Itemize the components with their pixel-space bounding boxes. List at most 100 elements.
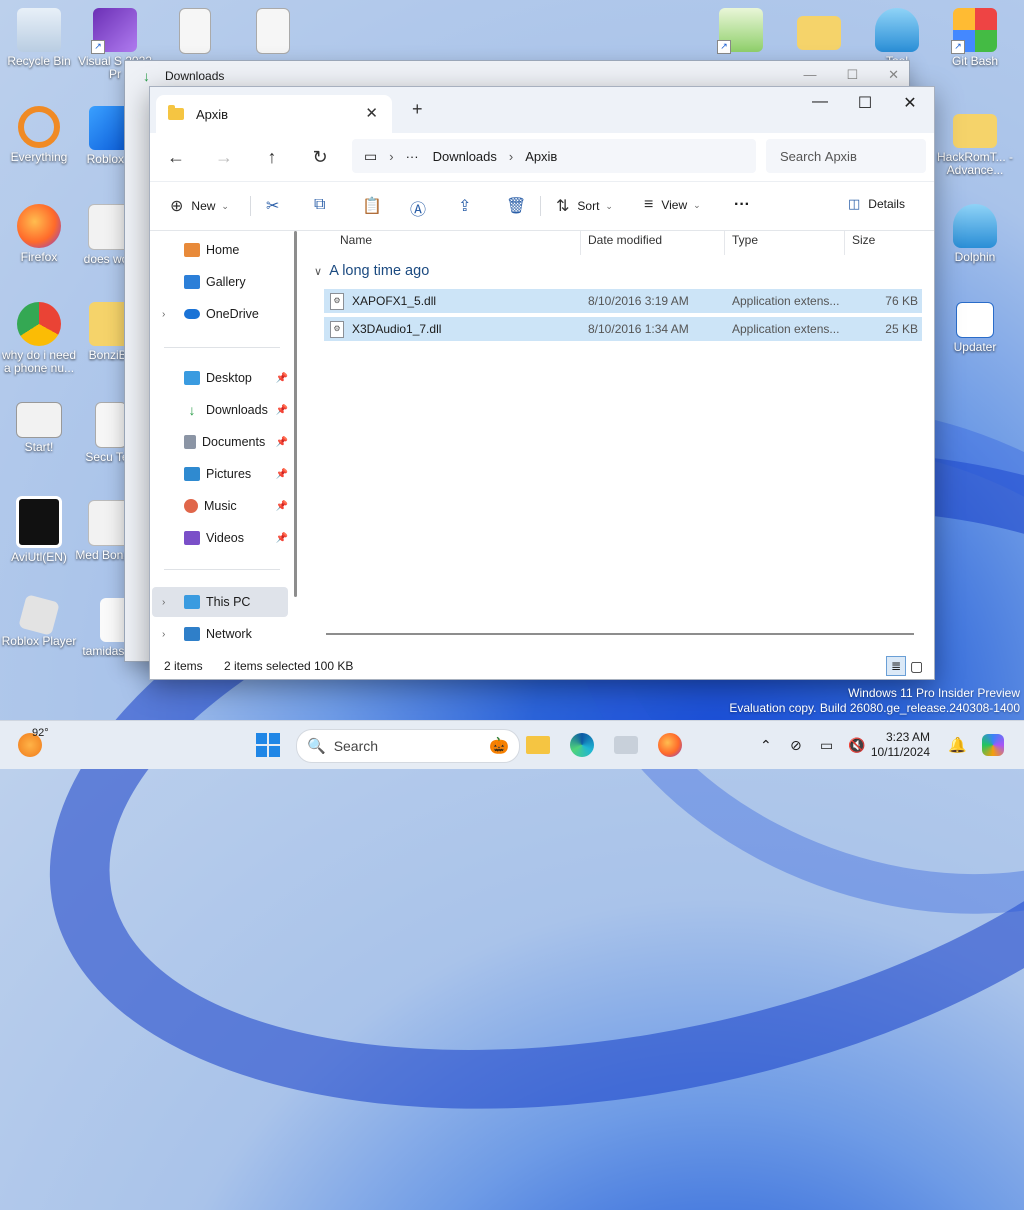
close-icon[interactable]: ✕ <box>888 67 899 83</box>
navigation-pane[interactable]: Home Gallery › OneDrive Desktop 📌 ↓ Down… <box>150 229 298 653</box>
new-tab-icon[interactable]: + <box>412 99 423 120</box>
tiles-view-icon[interactable]: ▢ <box>910 658 923 675</box>
more-options-icon[interactable]: ··· <box>734 196 750 214</box>
taskbar-edge[interactable] <box>570 731 594 759</box>
desktop-icon-tool[interactable]: Tool <box>858 8 936 68</box>
pin-icon[interactable]: 📌 <box>276 533 288 544</box>
desktop-icon-git-bash[interactable]: ↗ Git Bash <box>936 8 1014 68</box>
pin-icon[interactable]: 📌 <box>276 501 288 512</box>
desktop-icon-document[interactable] <box>156 8 234 57</box>
desktop-icon-updater[interactable]: Updater <box>936 302 1014 354</box>
weather-widget[interactable]: 92° <box>18 727 49 759</box>
notification-bell-icon[interactable]: 🔔 <box>948 731 967 759</box>
desktop-icon-roblox-player[interactable]: Roblox Player <box>0 594 78 648</box>
desktop-icon-everything[interactable]: Everything <box>0 106 78 164</box>
column-header-type[interactable]: Type <box>732 233 758 247</box>
windows-logo-icon <box>256 733 280 757</box>
column-header-name[interactable]: Name <box>340 233 372 247</box>
explorer-window[interactable]: Архів ✕ + — ☐ ✕ ← → ↑ ↻ ▭ › ··· Download… <box>149 86 935 680</box>
column-header-size[interactable]: Size <box>852 233 875 247</box>
copilot-icon[interactable] <box>982 731 1004 759</box>
display-icon[interactable]: ▭ <box>820 731 833 759</box>
cut-icon[interactable]: ✂ <box>266 196 279 216</box>
pin-icon[interactable]: 📌 <box>276 373 288 384</box>
file-list[interactable]: Name Date modified Type Size ∨ A long ti… <box>306 229 934 653</box>
desktop-icon-settings-file[interactable] <box>234 8 312 57</box>
search-input[interactable]: Search Архів <box>780 149 857 164</box>
close-icon[interactable]: ✕ <box>895 93 925 113</box>
volume-muted-icon[interactable]: 🔇 <box>848 731 865 759</box>
delete-icon[interactable]: 🗑 <box>506 196 526 216</box>
pin-icon[interactable]: 📌 <box>276 405 288 416</box>
sidebar-item-this-pc[interactable]: › This PC <box>152 587 288 617</box>
sidebar-item-label: Pictures <box>206 467 252 481</box>
status-item-count: 2 items <box>164 659 203 673</box>
file-row[interactable]: ⚙ X3DAudio1_7.dll 8/10/2016 1:34 AM Appl… <box>324 317 922 341</box>
taskbar-file-explorer[interactable] <box>526 731 550 759</box>
chevron-right-icon[interactable]: › <box>162 629 165 640</box>
taskbar-clock[interactable]: 3:23 AM 10/11/2024 <box>871 730 930 760</box>
chevron-up-icon[interactable]: ⌃ <box>760 731 772 759</box>
breadcrumb-arkhiv[interactable]: Архів <box>525 149 557 164</box>
breadcrumb-downloads[interactable]: Downloads <box>433 149 497 164</box>
maximize-icon[interactable]: ☐ <box>850 93 880 113</box>
pin-icon[interactable]: 📌 <box>276 437 288 448</box>
sidebar-item-pictures[interactable]: Pictures 📌 <box>164 459 290 489</box>
sidebar-item-music[interactable]: Music 📌 <box>164 491 290 521</box>
up-arrow-icon[interactable]: ↑ <box>260 147 284 168</box>
taskbar-app[interactable] <box>614 731 638 759</box>
sidebar-item-videos[interactable]: Videos 📌 <box>164 523 290 553</box>
minimize-icon[interactable]: — <box>803 67 816 83</box>
horizontal-scrollbar[interactable] <box>326 633 914 635</box>
sidebar-item-home[interactable]: Home <box>164 235 290 265</box>
refresh-icon[interactable]: ↻ <box>308 147 332 168</box>
minimize-icon[interactable]: — <box>805 93 835 111</box>
rename-icon[interactable]: Ⓐ <box>410 196 426 220</box>
breadcrumb-more[interactable]: ··· <box>406 149 419 164</box>
sidebar-item-downloads[interactable]: ↓ Downloads 📌 <box>164 395 290 425</box>
taskbar-search[interactable]: 🔍 Search 🎃 <box>296 729 520 763</box>
pin-icon[interactable]: 📌 <box>276 469 288 480</box>
desktop-icon-aviutl[interactable]: AviUtl(EN) <box>0 496 78 564</box>
view-button[interactable]: ≡ View ⌄ <box>644 196 701 214</box>
sidebar-item-desktop[interactable]: Desktop 📌 <box>164 363 290 393</box>
network-off-icon[interactable]: ⊘ <box>790 731 802 759</box>
search-box[interactable]: Search Архів <box>766 139 926 173</box>
copy-icon[interactable]: ⧉ <box>314 196 325 214</box>
sidebar-item-documents[interactable]: Documents 📌 <box>164 427 290 457</box>
chevron-right-icon[interactable]: › <box>162 309 165 320</box>
desktop-icon-firefox[interactable]: Firefox <box>0 204 78 264</box>
sidebar-scrollbar[interactable] <box>294 231 297 597</box>
sidebar-item-gallery[interactable]: Gallery <box>164 267 290 297</box>
desktop-icon-chrome-shortcut[interactable]: why do i need a phone nu... <box>0 302 78 375</box>
chevron-right-icon[interactable]: › <box>162 597 165 608</box>
forward-arrow-icon[interactable]: → <box>212 147 236 168</box>
desktop-icon-folder[interactable] <box>780 8 858 53</box>
desktop-icon-notepad-plus[interactable]: ↗ <box>702 8 780 55</box>
sidebar-item-network[interactable]: › Network <box>162 619 290 649</box>
new-button[interactable]: ⊕ New ⌄ <box>170 196 229 216</box>
breadcrumb[interactable]: ▭ › ··· Downloads › Архів <box>352 139 756 173</box>
chevron-down-icon: ⌄ <box>221 200 229 211</box>
desktop-icon-hackromtools[interactable]: HackRomT... - Advance... <box>936 106 1014 177</box>
taskbar-firefox[interactable] <box>658 731 682 759</box>
sidebar-item-onedrive[interactable]: › OneDrive <box>162 299 290 329</box>
desktop-icon-start[interactable]: Start! <box>0 402 78 454</box>
status-size: 100 KB <box>314 659 354 673</box>
maximize-icon[interactable]: ☐ <box>846 67 858 83</box>
details-button[interactable]: ◫ Details <box>848 196 905 212</box>
group-header[interactable]: ∨ A long time ago <box>314 263 429 279</box>
toolbar-divider <box>540 196 541 216</box>
details-view-icon[interactable]: ≣ <box>886 656 906 676</box>
share-icon[interactable]: ⇪ <box>458 196 471 216</box>
tab-arkhiv[interactable]: Архів ✕ <box>156 95 392 133</box>
sort-button[interactable]: ⇅ Sort ⌄ <box>556 196 613 216</box>
tab-close-icon[interactable]: ✕ <box>365 104 378 122</box>
desktop-icon-recycle-bin[interactable]: Recycle Bin <box>0 8 78 68</box>
column-header-date[interactable]: Date modified <box>588 233 662 247</box>
desktop-icon-dolphin[interactable]: Dolphin <box>936 204 1014 264</box>
file-row[interactable]: ⚙ XAPOFX1_5.dll 8/10/2016 3:19 AM Applic… <box>324 289 922 313</box>
paste-icon[interactable]: 📋 <box>362 196 382 216</box>
start-button[interactable] <box>256 731 280 759</box>
back-arrow-icon[interactable]: ← <box>164 147 188 168</box>
